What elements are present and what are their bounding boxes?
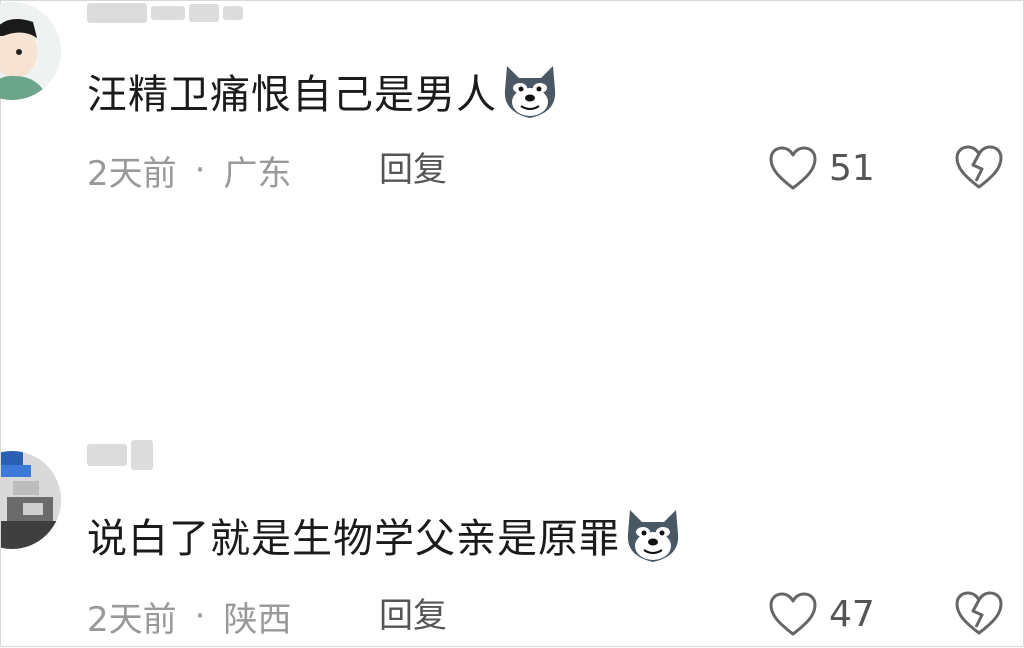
meta-separator: · xyxy=(194,150,206,190)
dislike-button[interactable] xyxy=(951,141,1007,193)
username-redacted[interactable] xyxy=(87,1,243,25)
comment-meta: 2天前 · 广东 xyxy=(87,145,291,195)
broken-heart-icon xyxy=(955,145,1003,189)
reply-button[interactable]: 回复 xyxy=(379,591,447,641)
comment-time: 2天前 xyxy=(87,599,177,640)
user-avatar[interactable] xyxy=(0,2,61,100)
comment-item: 汪精卫痛恨自己是男人 2天前 · 广东 回复 51 xyxy=(0,1,1024,211)
like-count: 47 xyxy=(829,593,875,635)
cartoon-boy-avatar-icon xyxy=(0,2,61,100)
photo-avatar-icon xyxy=(0,451,61,549)
like-button[interactable]: 47 xyxy=(767,589,875,639)
comment-text-row: 说白了就是生物学父亲是原罪 xyxy=(87,507,684,563)
comment-text-row: 汪精卫痛恨自己是男人 xyxy=(87,63,561,119)
broken-heart-icon xyxy=(955,591,1003,635)
comment-location: 广东 xyxy=(223,153,292,194)
like-count: 51 xyxy=(829,147,875,189)
comment-text: 说白了就是生物学父亲是原罪 xyxy=(87,516,620,562)
comment-time: 2天前 xyxy=(87,153,177,194)
heart-outline-icon xyxy=(769,146,817,190)
dislike-button[interactable] xyxy=(951,587,1007,639)
husky-smirk-emoji-icon xyxy=(622,504,684,566)
meta-separator: · xyxy=(194,596,206,636)
comment-text: 汪精卫痛恨自己是男人 xyxy=(87,72,497,118)
comment-item: 说白了就是生物学父亲是原罪 2天前 · 陕西 回复 47 xyxy=(0,421,1024,648)
heart-outline-icon xyxy=(769,592,817,636)
user-avatar[interactable] xyxy=(0,451,61,549)
username-redacted[interactable] xyxy=(87,440,153,470)
comment-location: 陕西 xyxy=(223,599,292,640)
husky-smirk-emoji-icon xyxy=(499,60,561,122)
reply-button[interactable]: 回复 xyxy=(379,145,447,195)
comment-meta: 2天前 · 陕西 xyxy=(87,591,291,641)
like-button[interactable]: 51 xyxy=(767,143,875,193)
